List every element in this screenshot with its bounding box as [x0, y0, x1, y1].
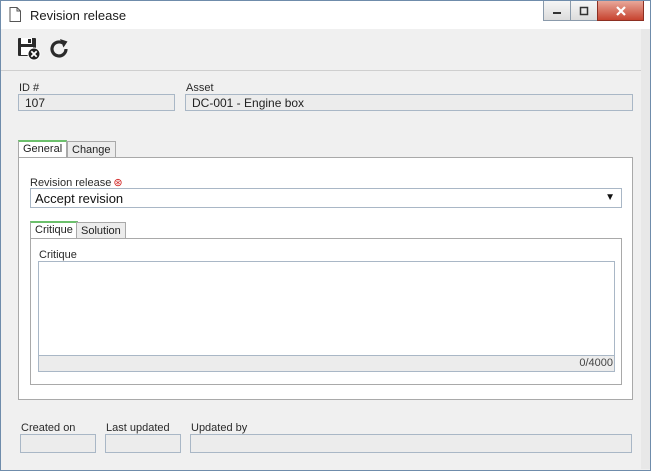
refresh-icon [50, 39, 68, 58]
refresh-button[interactable] [47, 37, 71, 61]
revision-release-value: Accept revision [35, 191, 124, 206]
tab-critique[interactable]: Critique [30, 221, 78, 239]
toolbar [1, 29, 650, 71]
close-icon [615, 5, 626, 16]
revision-release-select[interactable]: Accept revision ▼ [30, 188, 622, 208]
created-on-field [20, 434, 96, 453]
minimize-button[interactable] [543, 1, 571, 21]
revision-release-window: Revision release ID # 107 Asset DC-001 -… [0, 0, 651, 471]
maximize-icon [579, 6, 589, 15]
id-field: 107 [18, 94, 175, 111]
created-on-label: Created on [21, 422, 76, 434]
close-button[interactable] [597, 1, 644, 21]
critique-label: Critique [39, 249, 77, 261]
tab-solution[interactable]: Solution [76, 222, 126, 239]
tab-general[interactable]: General [18, 140, 68, 158]
save-close-icon [18, 38, 41, 61]
window-controls [543, 1, 644, 21]
character-counter: 0/4000 [38, 355, 615, 372]
title-bar[interactable]: Revision release [1, 1, 650, 29]
window-title: Revision release [30, 8, 127, 23]
save-and-close-button[interactable] [17, 37, 41, 61]
asset-field: DC-001 - Engine box [185, 94, 633, 111]
critique-textarea[interactable] [38, 261, 615, 356]
minimize-icon [553, 11, 561, 14]
updated-by-label: Updated by [191, 422, 248, 434]
maximize-button[interactable] [570, 1, 598, 21]
last-updated-label: Last updated [106, 422, 170, 434]
last-updated-field [105, 434, 181, 453]
updated-by-field [190, 434, 632, 453]
chevron-down-icon: ▼ [605, 192, 615, 203]
vertical-scrollbar[interactable] [641, 29, 650, 469]
id-label: ID # [19, 82, 40, 94]
tab-change[interactable]: Change [67, 141, 116, 158]
document-icon [9, 7, 21, 22]
asset-label: Asset [186, 82, 214, 94]
